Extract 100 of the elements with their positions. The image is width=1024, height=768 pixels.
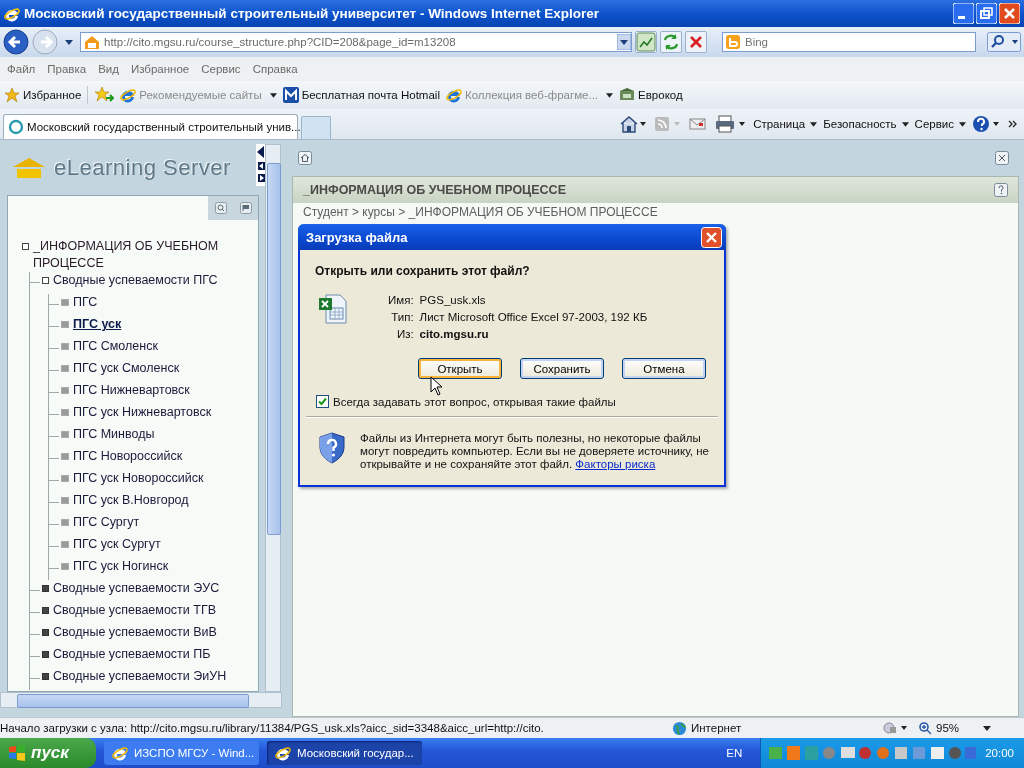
stop-icon[interactable]	[685, 31, 707, 53]
restore-button[interactable]	[976, 3, 997, 24]
tray-icons-drawing[interactable]	[767, 744, 978, 762]
tree-item[interactable]: Сводные успеваемости ПБ	[53, 646, 211, 663]
tree-item[interactable]: ПГС Минводы	[73, 426, 155, 443]
menu-item[interactable]: Справка	[248, 63, 306, 75]
tree-item[interactable]: ПГС уск	[73, 316, 122, 333]
tree-toggle-icon[interactable]	[42, 277, 49, 284]
checkbox[interactable]	[316, 395, 329, 408]
loading-icon	[8, 119, 24, 135]
address-dropdown-icon[interactable]	[617, 34, 631, 50]
tree-toggle-icon[interactable]	[42, 607, 49, 614]
vertical-scrollbar[interactable]	[265, 144, 281, 692]
menu-item[interactable]: Файл	[3, 63, 44, 75]
taskbar-button[interactable]: ИЗСПО МГСУ - Wind...	[104, 741, 259, 765]
taskbar-label[interactable]: ИЗСПО МГСУ - Wind...	[134, 747, 255, 759]
tree-toggle-icon[interactable]	[22, 243, 29, 250]
risk-factors-link[interactable]: Факторы риска	[575, 458, 656, 470]
close-button[interactable]	[999, 3, 1020, 24]
windows-logo-icon	[8, 745, 26, 761]
tree-item[interactable]: ПГС	[73, 294, 98, 311]
dialog-button[interactable]: Открыть	[418, 358, 502, 379]
dialog-button[interactable]: Сохранить	[520, 358, 604, 379]
command-label[interactable]: Безопасность	[823, 118, 897, 130]
search-button[interactable]	[987, 32, 1021, 52]
tree-item[interactable]: Сводные успеваемости ТГВ	[53, 602, 216, 619]
menu-item[interactable]: Правка	[43, 63, 95, 75]
zoom-control[interactable]: 95%	[918, 721, 1008, 735]
add-favorites-icon[interactable]	[87, 86, 115, 104]
menu-item[interactable]: Сервис	[197, 63, 249, 75]
tree-item[interactable]: Сводные успеваемости ВиВ	[53, 624, 217, 641]
horizontal-scrollbar[interactable]	[0, 692, 282, 708]
zone-text: Интернет	[691, 722, 742, 734]
tree-item[interactable]: ПГС Нижневартовск	[73, 382, 190, 399]
tree-item[interactable]: Сводные успеваемости ЭиУН	[53, 668, 227, 685]
menu-item[interactable]: Избранное	[126, 63, 198, 75]
breadcrumb: Студент > курсы > _ИНФОРМАЦИЯ ОБ УЧЕБНОМ ПРОЦЕССЕ	[302, 204, 659, 221]
more-tools-icon[interactable]	[1008, 119, 1018, 129]
browser-tab[interactable]: Московский государственный строительный унив...	[3, 114, 298, 139]
dialog-button[interactable]: Отмена	[622, 358, 706, 379]
tree-item[interactable]: ПГС уск Ногинск	[73, 558, 169, 575]
zoom-icon	[918, 721, 932, 735]
shield-question-icon	[318, 432, 346, 464]
tree-toggle-icon[interactable]	[42, 629, 49, 636]
minimize-button[interactable]	[953, 3, 974, 24]
search-icon[interactable]	[214, 202, 227, 214]
zoom-level[interactable]: 95%	[936, 722, 960, 734]
tree-item[interactable]: ПГС уск Смоленск	[73, 360, 180, 377]
mouse-cursor-icon	[430, 376, 442, 396]
taskbar-button[interactable]: Московский государ...	[267, 741, 422, 765]
flag-icon[interactable]	[239, 202, 252, 214]
language-indicator[interactable]: EN	[726, 747, 743, 759]
favorites-bar-item[interactable]: Избранное	[4, 87, 82, 103]
leaf-bullet-icon	[61, 365, 69, 372]
scroll-left-icon[interactable]	[257, 162, 265, 170]
help-icon[interactable]	[994, 183, 1008, 197]
tree-toggle-icon[interactable]	[42, 585, 49, 592]
scrollbar-thumb[interactable]	[17, 694, 249, 708]
favorites-bar-item[interactable]: Еврокод	[619, 87, 683, 103]
search-field[interactable]: Bing	[722, 32, 976, 52]
home-icon[interactable]	[298, 151, 312, 165]
favorites-label[interactable]: Избранное	[23, 89, 82, 101]
star-icon	[4, 87, 20, 103]
close-icon[interactable]	[995, 151, 1009, 165]
protected-mode-icon[interactable]	[882, 721, 910, 735]
home-icon[interactable]	[619, 115, 648, 133]
favorites-label[interactable]: Еврокод	[638, 89, 683, 101]
tree-item[interactable]: Сводные успеваемости ПГС	[53, 272, 218, 289]
favorites-bar-item[interactable]: Бесплатная почта Hotmail	[282, 87, 440, 103]
command-label[interactable]: Сервис	[914, 118, 954, 130]
tree-item[interactable]: _ИНФОРМАЦИЯ ОБ УЧЕБНОМ ПРОЦЕССЕ	[33, 238, 229, 272]
browser-icon	[120, 87, 137, 103]
field-label: Имя:	[388, 294, 414, 306]
tree-item[interactable]: ПГС уск Сургут	[73, 536, 161, 553]
tree-toggle-icon[interactable]	[42, 651, 49, 658]
tree-item[interactable]: ПГС уск В.Новгород	[73, 492, 189, 509]
address-field[interactable]: http://cito.mgsu.ru/course_structure.php?CID=208&page_id=m13208	[80, 32, 632, 52]
favorites-label[interactable]: Бесплатная почта Hotmail	[301, 89, 440, 101]
tree-item[interactable]: ПГС Сургут	[73, 514, 140, 531]
tree-item[interactable]: ПГС уск Нижневартовск	[73, 404, 212, 421]
compatibility-view-icon[interactable]	[635, 31, 657, 53]
back-button[interactable]	[3, 29, 29, 55]
refresh-icon[interactable]	[660, 31, 682, 53]
scrollbar-thumb[interactable]	[267, 163, 281, 535]
tree-toggle-icon[interactable]	[42, 673, 49, 680]
tree-item[interactable]: Сводные успеваемости ЭУС	[53, 580, 220, 597]
tree-item[interactable]: ПГС уск Новороссийск	[73, 470, 204, 487]
tree-item[interactable]: ПГС Новороссийск	[73, 448, 183, 465]
taskbar-label[interactable]: Московский государ...	[297, 747, 414, 759]
checkbox-label[interactable]: Всегда задавать этот вопрос, открывая такие файлы	[333, 395, 616, 408]
help-icon[interactable]	[972, 115, 1002, 133]
tree-item[interactable]: ПГС Смоленск	[73, 338, 158, 355]
browser-icon	[275, 745, 291, 761]
start-button[interactable]: пуск	[0, 738, 96, 768]
print-icon[interactable]	[715, 115, 748, 133]
menu-item[interactable]: Вид	[94, 63, 127, 75]
scroll-right-icon[interactable]	[257, 174, 265, 182]
history-dropdown-icon[interactable]	[65, 39, 73, 45]
close-button[interactable]	[701, 226, 722, 248]
command-label[interactable]: Страница	[753, 118, 806, 130]
